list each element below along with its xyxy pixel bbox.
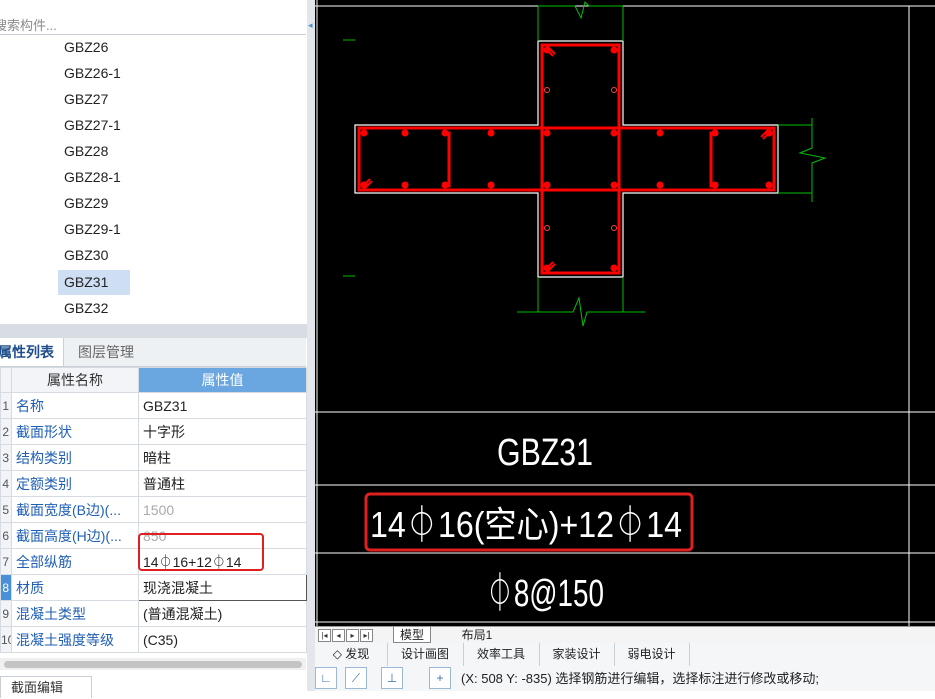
horizontal-scrollbar[interactable] xyxy=(0,658,306,670)
next-tab-icon[interactable]: ▸ xyxy=(346,629,359,642)
first-tab-icon[interactable]: |◂ xyxy=(318,629,331,642)
list-item[interactable]: GBZ30 xyxy=(58,243,130,268)
prev-tab-icon[interactable]: ◂ xyxy=(332,629,345,642)
row-index: 6 xyxy=(0,522,12,549)
tab-layout1[interactable]: 布局1 xyxy=(455,627,499,643)
grid-icon[interactable]: + xyxy=(429,667,451,689)
table-row: 10 混凝土强度等级 (C35) xyxy=(0,626,307,653)
row-index: 8 xyxy=(0,574,12,601)
panel-tabs: 属性列表 图层管理 xyxy=(0,338,306,367)
row-index: 2 xyxy=(0,418,12,445)
table-row: 2 截面形状 十字形 xyxy=(0,418,307,445)
toolbar-design-drawing[interactable]: 设计画图 xyxy=(387,643,464,666)
row-index: 4 xyxy=(0,470,12,497)
drawing-svg: GBZ31 14⏀16(空心)+12⏀14 ⏀8@150 xyxy=(315,0,935,626)
ortho-icon[interactable]: ∟ xyxy=(315,667,337,689)
collapse-arrow-icon[interactable]: ◂ xyxy=(308,20,314,40)
row-index: 5 xyxy=(0,496,12,523)
table-row: 3 结构类别 暗柱 xyxy=(0,444,307,471)
property-name: 截面高度(H边)(... xyxy=(11,522,139,549)
status-bar: ∟ ⟋ ⊥ + (X: 508 Y: -835) 选择钢筋进行编辑，选择标注进行… xyxy=(315,666,935,691)
table-row: 5 截面宽度(B边)(... 1500 xyxy=(0,496,307,523)
property-value[interactable]: (普通混凝土) xyxy=(138,600,307,627)
rebar-small-dots xyxy=(544,87,617,231)
property-name: 材质 xyxy=(11,574,139,601)
vertical-splitter[interactable]: ◂ xyxy=(307,0,315,691)
row-index: 3 xyxy=(0,444,12,471)
property-name: 混凝土类型 xyxy=(11,600,139,627)
list-item[interactable]: GBZ28 xyxy=(58,139,130,164)
table-row: 1 名称 GBZ31 xyxy=(0,392,307,419)
property-value[interactable]: 现浇混凝土 xyxy=(138,574,307,601)
table-row: 9 混凝土类型 (普通混凝土) xyxy=(0,600,307,627)
toolbar-discover[interactable]: ◇ 发现 xyxy=(315,643,388,666)
list-item[interactable]: GBZ28-1 xyxy=(58,165,130,190)
property-name: 全部纵筋 xyxy=(11,548,139,575)
row-index: 1 xyxy=(0,392,12,419)
panel-splitter[interactable] xyxy=(0,324,307,338)
left-panel: 搜索构件... GBZ26 GBZ26-1 GBZ27 GBZ27-1 GBZ2… xyxy=(0,0,307,698)
toolbar-home-design[interactable]: 家装设计 xyxy=(539,643,615,666)
list-item[interactable]: GBZ27 xyxy=(58,87,130,112)
search-placeholder: 搜索构件... xyxy=(0,18,57,33)
scrollbar-thumb[interactable] xyxy=(4,661,302,668)
property-table: 属性名称 属性值 1 名称 GBZ31 2 截面形状 十字形 3 结构类别 暗柱… xyxy=(0,367,307,653)
property-value: 1500 xyxy=(138,496,307,523)
rebar-outline xyxy=(357,43,776,275)
property-value[interactable]: GBZ31 xyxy=(138,392,307,419)
row-index: 9 xyxy=(0,600,12,627)
property-name: 截面形状 xyxy=(11,418,139,445)
list-item[interactable]: GBZ29 xyxy=(58,191,130,216)
table-row: 4 定额类别 普通柱 xyxy=(0,470,307,497)
tab-properties[interactable]: 属性列表 xyxy=(0,338,64,366)
property-value[interactable]: 暗柱 xyxy=(138,444,307,471)
layout-tabs-bar: |◂ ◂ ▸ ▸| 模型 布局1 xyxy=(315,626,935,643)
bottom-toolbar: ◇ 发现 设计画图 效率工具 家装设计 弱电设计 xyxy=(315,643,935,667)
table-row-current: 8 材质 现浇混凝土 xyxy=(0,574,307,601)
list-item[interactable]: GBZ32 xyxy=(58,296,130,321)
row-index: 7 xyxy=(0,548,12,575)
list-item[interactable]: GBZ29-1 xyxy=(58,217,130,242)
toolbar-efficiency-tools[interactable]: 效率工具 xyxy=(463,643,540,666)
drawing-name-label: GBZ31 xyxy=(497,432,593,474)
row-index: 10 xyxy=(0,626,12,653)
status-text: (X: 508 Y: -835) 选择钢筋进行编辑，选择标注进行修改或移动; xyxy=(461,671,820,686)
property-name: 结构类别 xyxy=(11,444,139,471)
highlight-box xyxy=(138,533,264,571)
list-item-selected[interactable]: GBZ31 xyxy=(58,270,130,295)
column-header-value: 属性值 xyxy=(138,367,307,393)
cad-canvas[interactable]: GBZ31 14⏀16(空心)+12⏀14 ⏀8@150 xyxy=(315,0,935,626)
property-value[interactable]: (C35) xyxy=(138,626,307,653)
tab-section-edit[interactable]: 截面编辑 xyxy=(0,676,92,698)
property-name: 定额类别 xyxy=(11,470,139,497)
property-value[interactable]: 普通柱 xyxy=(138,470,307,497)
table-corner xyxy=(0,367,12,393)
polar-icon[interactable]: ⟋ xyxy=(345,667,367,689)
stirrup-label[interactable]: ⏀8@150 xyxy=(486,572,604,615)
section-outline xyxy=(354,40,779,278)
list-item[interactable]: GBZ27-1 xyxy=(58,113,130,138)
last-tab-icon[interactable]: ▸| xyxy=(360,629,373,642)
toolbar-weak-current[interactable]: 弱电设计 xyxy=(614,643,690,666)
component-list: GBZ26 GBZ26-1 GBZ27 GBZ27-1 GBZ28 GBZ28-… xyxy=(0,34,306,324)
list-item[interactable]: GBZ26-1 xyxy=(58,61,130,86)
longitudinal-rebar-label[interactable]: 14⏀16(空心)+12⏀14 xyxy=(370,504,682,545)
list-item[interactable]: GBZ26 xyxy=(58,35,130,60)
search-input[interactable]: 搜索构件... xyxy=(0,12,306,35)
property-name: 混凝土强度等级 xyxy=(11,626,139,653)
property-name: 名称 xyxy=(11,392,139,419)
property-value[interactable]: 十字形 xyxy=(138,418,307,445)
column-header-name: 属性名称 xyxy=(11,367,139,393)
property-name: 截面宽度(B边)(... xyxy=(11,496,139,523)
tab-layers[interactable]: 图层管理 xyxy=(64,338,148,366)
tab-model[interactable]: 模型 xyxy=(393,627,431,643)
osnap-icon[interactable]: ⊥ xyxy=(381,667,403,689)
